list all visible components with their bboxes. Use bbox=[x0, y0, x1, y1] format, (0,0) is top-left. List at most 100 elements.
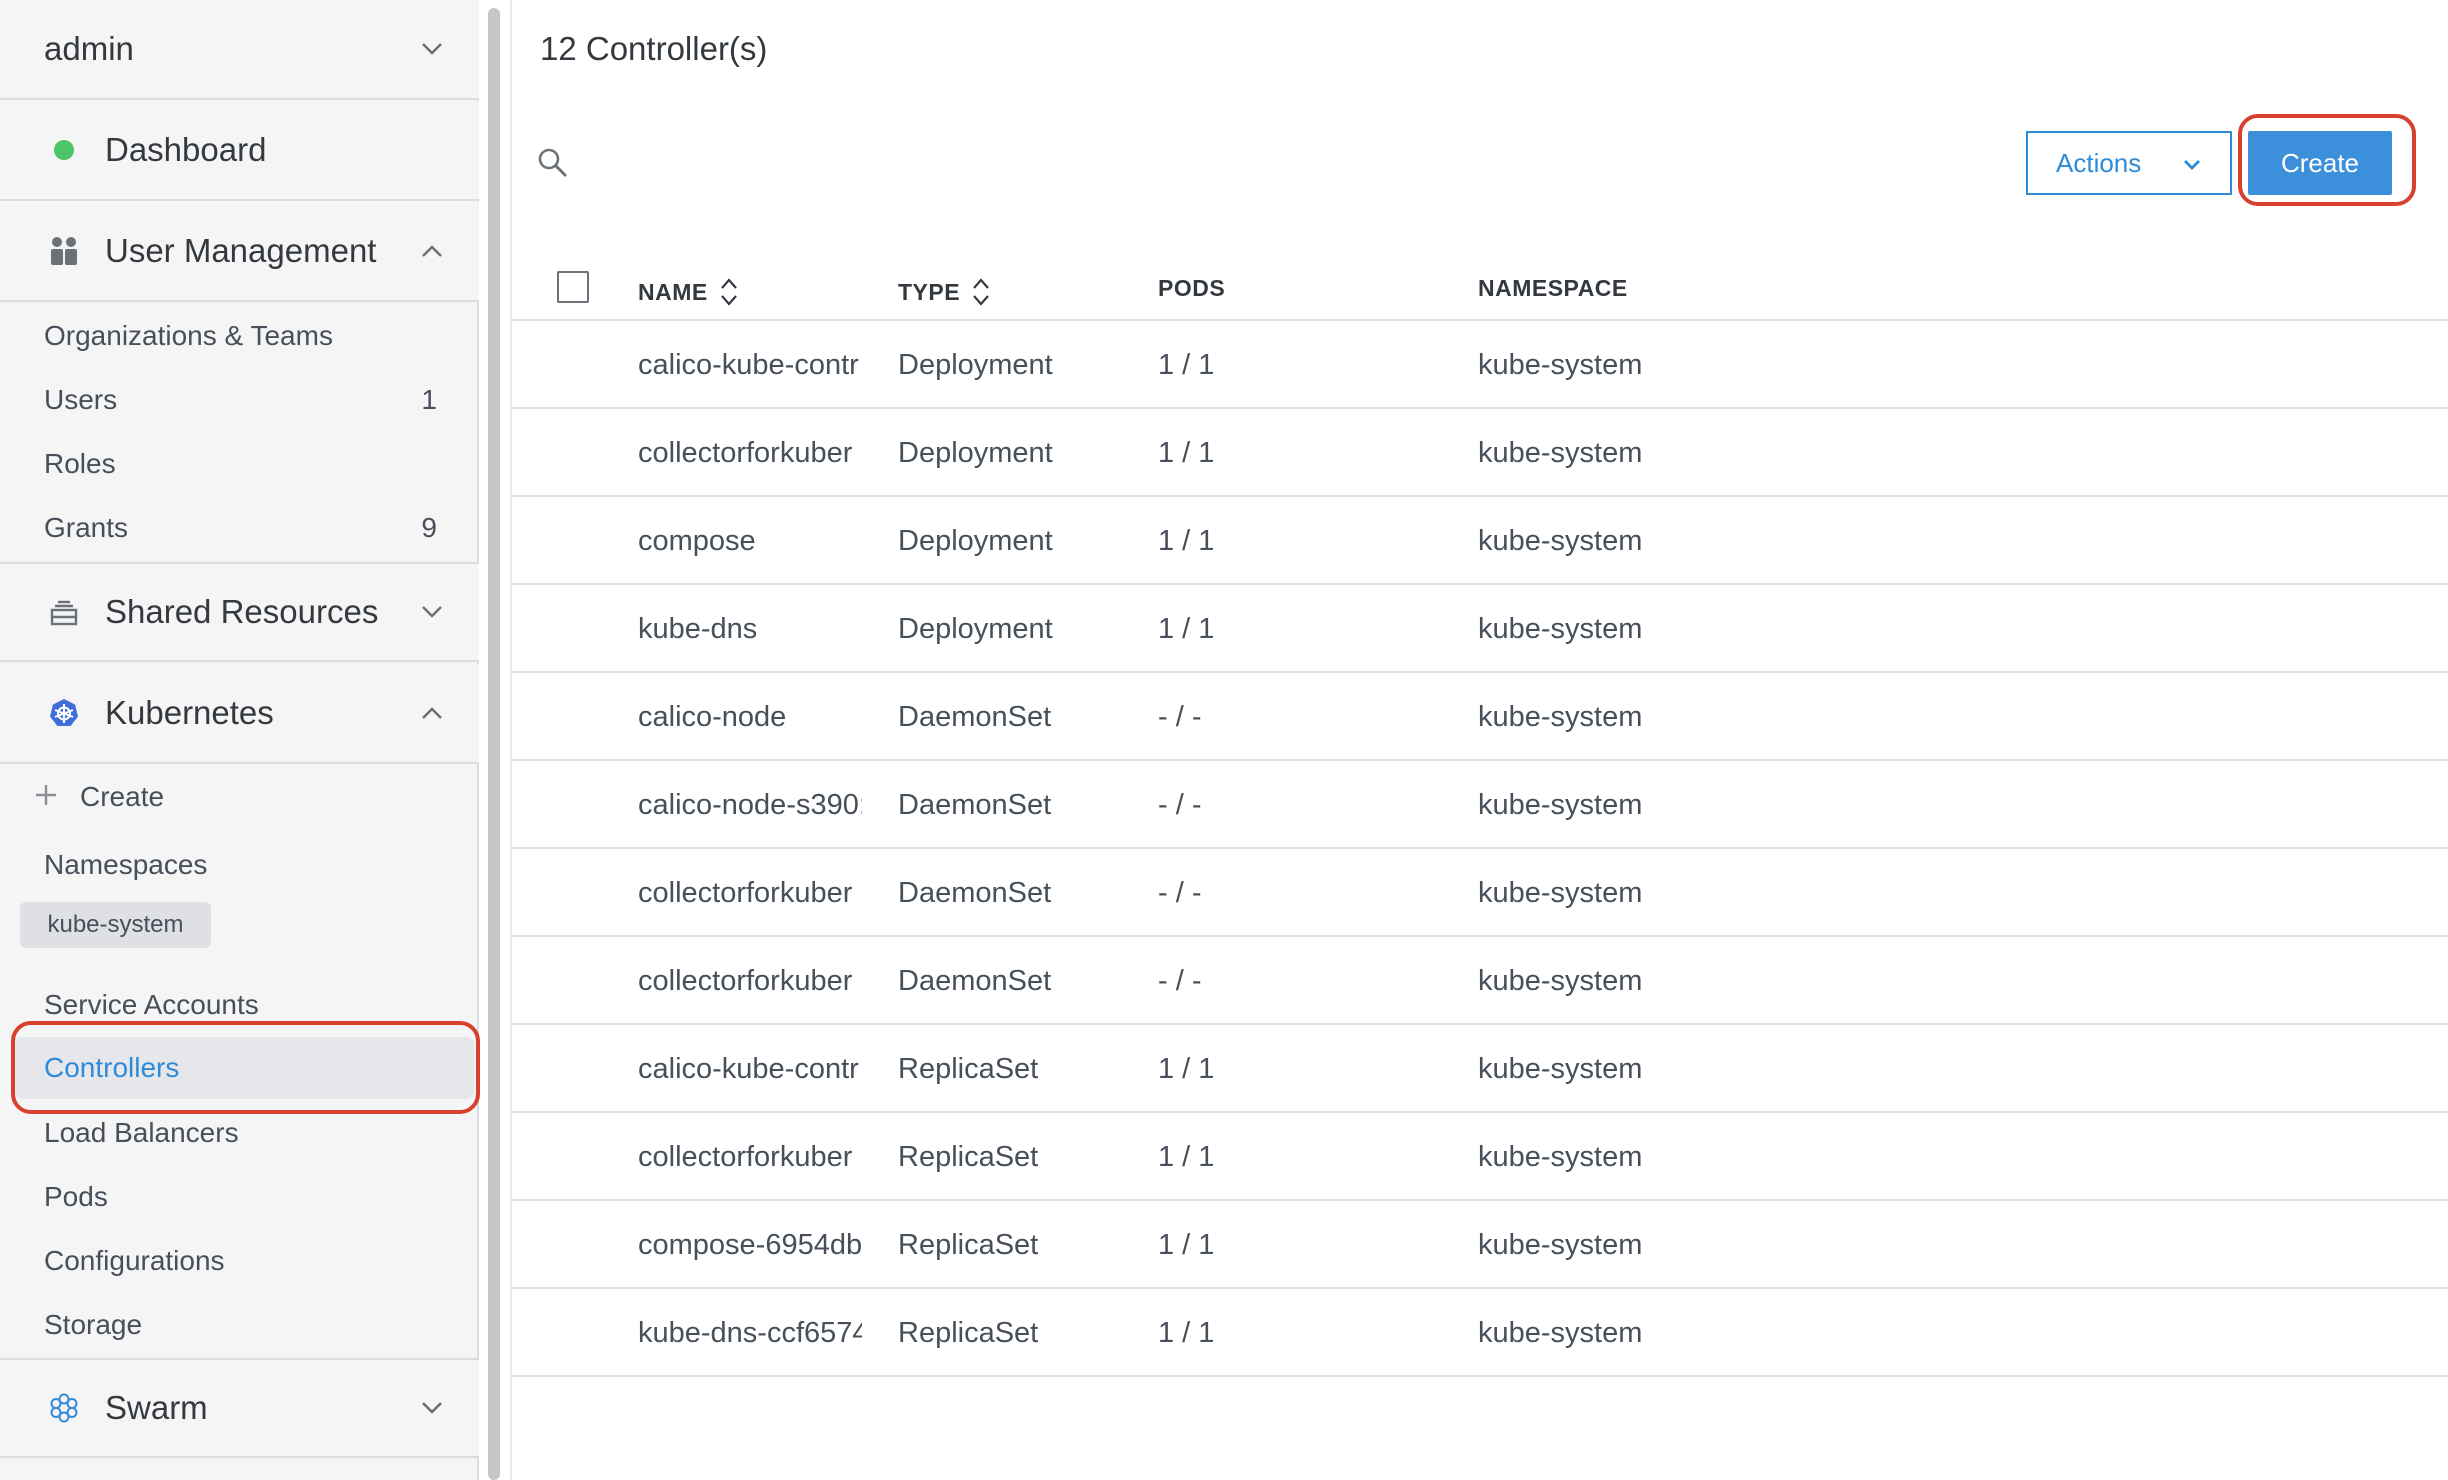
cell-namespace: kube-system bbox=[1478, 1229, 1643, 1261]
table-row[interactable]: calico-node-s390: DaemonSet - / - kube-s… bbox=[512, 761, 2448, 849]
table-row[interactable]: kube-dns-ccf6574 ReplicaSet 1 / 1 kube-s… bbox=[512, 1289, 2448, 1377]
sidebar-item-label: Configurations bbox=[44, 1245, 225, 1276]
sidebar-item-controllers[interactable]: Controllers bbox=[14, 1037, 474, 1099]
sidebar-item-label: Roles bbox=[44, 448, 116, 479]
cell-type: DaemonSet bbox=[898, 965, 1052, 997]
cell-name[interactable]: collectorforkuber bbox=[638, 437, 862, 470]
sidebar-scrollbar[interactable] bbox=[486, 0, 502, 1480]
sidebar-item-organizations-teams[interactable]: Organizations & Teams bbox=[0, 305, 479, 367]
cell-type: Deployment bbox=[898, 525, 1053, 557]
cell-type: Deployment bbox=[898, 613, 1053, 645]
nav-kubernetes-label: Kubernetes bbox=[105, 694, 274, 731]
cell-name[interactable]: kube-dns bbox=[638, 613, 862, 646]
cell-type: DaemonSet bbox=[898, 701, 1052, 733]
cell-namespace: kube-system bbox=[1478, 965, 1643, 997]
create-button[interactable]: Create bbox=[2248, 131, 2392, 195]
table-row[interactable]: collectorforkuber DaemonSet - / - kube-s… bbox=[512, 849, 2448, 937]
table-row[interactable]: kube-dns Deployment 1 / 1 kube-system bbox=[512, 585, 2448, 673]
chevron-down-icon bbox=[418, 598, 446, 626]
table-row[interactable]: calico-kube-contr Deployment 1 / 1 kube-… bbox=[512, 321, 2448, 409]
nav-dashboard[interactable]: Dashboard bbox=[0, 101, 479, 201]
cell-name[interactable]: collectorforkuber bbox=[638, 877, 862, 910]
cell-type: ReplicaSet bbox=[898, 1229, 1039, 1261]
cell-pods: 1 / 1 bbox=[1158, 613, 1215, 645]
nav-swarm[interactable]: Swarm bbox=[0, 1358, 479, 1458]
cell-namespace: kube-system bbox=[1478, 349, 1643, 381]
cell-name[interactable]: calico-node bbox=[638, 701, 862, 734]
cell-name[interactable]: collectorforkuber bbox=[638, 1141, 862, 1174]
cell-namespace: kube-system bbox=[1478, 1053, 1643, 1085]
sidebar: admin Dashboard User Management Organiza… bbox=[0, 0, 480, 1480]
status-dot-icon bbox=[46, 132, 82, 168]
nav-shared-resources-label: Shared Resources bbox=[105, 593, 379, 630]
actions-dropdown-button[interactable]: Actions bbox=[2026, 131, 2232, 195]
chevron-down-icon bbox=[418, 1394, 446, 1422]
sidebar-item-namespaces[interactable]: Namespaces bbox=[0, 834, 479, 896]
cell-type: ReplicaSet bbox=[898, 1141, 1039, 1173]
plus-icon bbox=[34, 783, 58, 807]
sidebar-item-k8s-create[interactable]: Create bbox=[0, 766, 479, 828]
sidebar-item-label: Grants bbox=[44, 512, 129, 543]
swarm-icon bbox=[46, 1390, 82, 1426]
sidebar-item-users[interactable]: Users 1 bbox=[0, 369, 479, 431]
sidebar-item-pods[interactable]: Pods bbox=[0, 1166, 479, 1228]
users-count: 1 bbox=[421, 384, 437, 415]
column-header-type[interactable]: TYPE bbox=[898, 275, 992, 309]
users-icon bbox=[46, 233, 82, 269]
namespace-chip[interactable]: kube-system bbox=[20, 902, 211, 948]
table-row[interactable]: compose-6954db ReplicaSet 1 / 1 kube-sys… bbox=[512, 1201, 2448, 1289]
sort-icon bbox=[973, 278, 989, 306]
table-row[interactable]: collectorforkuber ReplicaSet 1 / 1 kube-… bbox=[512, 1113, 2448, 1201]
sidebar-item-load-balancers[interactable]: Load Balancers bbox=[0, 1102, 479, 1164]
cell-name[interactable]: calico-kube-contr bbox=[638, 1053, 862, 1086]
sidebar-item-label: Users bbox=[44, 384, 118, 415]
sidebar-item-label: Pods bbox=[44, 1181, 108, 1212]
cell-pods: 1 / 1 bbox=[1158, 1317, 1215, 1349]
cell-pods: - / - bbox=[1158, 789, 1202, 821]
kubernetes-icon bbox=[46, 695, 82, 731]
cell-name[interactable]: collectorforkuber bbox=[638, 965, 862, 998]
nav-shared-resources[interactable]: Shared Resources bbox=[0, 562, 479, 662]
chevron-up-icon bbox=[418, 699, 446, 727]
cell-pods: 1 / 1 bbox=[1158, 1141, 1215, 1173]
cell-type: DaemonSet bbox=[898, 789, 1052, 821]
cell-name[interactable]: kube-dns-ccf6574 bbox=[638, 1317, 862, 1350]
nav-kubernetes[interactable]: Kubernetes bbox=[0, 664, 479, 764]
sidebar-item-label: Service Accounts bbox=[44, 989, 259, 1020]
sidebar-item-configurations[interactable]: Configurations bbox=[0, 1230, 479, 1292]
cell-name[interactable]: calico-node-s390: bbox=[638, 789, 862, 822]
grants-count: 9 bbox=[421, 512, 437, 543]
cell-type: ReplicaSet bbox=[898, 1317, 1039, 1349]
column-header-label: NAMESPACE bbox=[1478, 275, 1628, 301]
nav-user-management[interactable]: User Management bbox=[0, 202, 479, 302]
cell-name[interactable]: compose bbox=[638, 525, 862, 558]
table-row[interactable]: collectorforkuber Deployment 1 / 1 kube-… bbox=[512, 409, 2448, 497]
user-menu[interactable]: admin bbox=[0, 0, 479, 100]
sidebar-item-service-accounts[interactable]: Service Accounts bbox=[0, 974, 479, 1036]
sidebar-item-roles[interactable]: Roles bbox=[0, 433, 479, 495]
table-header: NAME TYPE PODS NAMESPACE bbox=[512, 255, 2448, 321]
cell-type: DaemonSet bbox=[898, 877, 1052, 909]
select-all-checkbox[interactable] bbox=[557, 271, 589, 303]
cell-namespace: kube-system bbox=[1478, 525, 1643, 557]
cell-name[interactable]: calico-kube-contr bbox=[638, 349, 862, 382]
column-header-pods: PODS bbox=[1158, 275, 1225, 302]
sidebar-item-grants[interactable]: Grants 9 bbox=[0, 497, 479, 559]
sidebar-item-storage[interactable]: Storage bbox=[0, 1294, 479, 1356]
table-row[interactable]: collectorforkuber DaemonSet - / - kube-s… bbox=[512, 937, 2448, 1025]
cell-namespace: kube-system bbox=[1478, 877, 1643, 909]
sort-icon bbox=[720, 278, 737, 306]
table-row[interactable]: calico-kube-contr ReplicaSet 1 / 1 kube-… bbox=[512, 1025, 2448, 1113]
column-header-label: PODS bbox=[1158, 275, 1226, 301]
column-header-label: TYPE bbox=[898, 278, 961, 305]
sidebar-item-label: Organizations & Teams bbox=[44, 320, 333, 351]
search-icon[interactable] bbox=[536, 146, 572, 182]
nav-swarm-label: Swarm bbox=[105, 1389, 208, 1426]
cell-type: Deployment bbox=[898, 349, 1053, 381]
scrollbar-thumb[interactable] bbox=[488, 8, 500, 1480]
table-row[interactable]: compose Deployment 1 / 1 kube-system bbox=[512, 497, 2448, 585]
cell-pods: 1 / 1 bbox=[1158, 437, 1215, 469]
table-row[interactable]: calico-node DaemonSet - / - kube-system bbox=[512, 673, 2448, 761]
cell-name[interactable]: compose-6954db bbox=[638, 1229, 862, 1262]
column-header-name[interactable]: NAME bbox=[638, 275, 740, 309]
